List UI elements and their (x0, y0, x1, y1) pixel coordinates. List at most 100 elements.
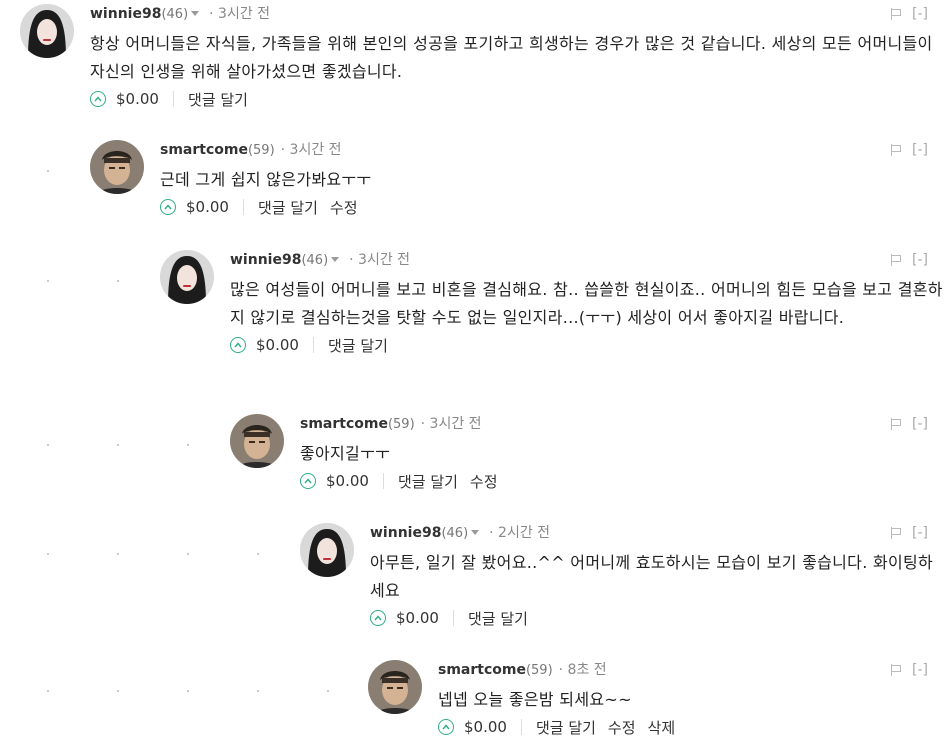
upvote-icon[interactable] (160, 199, 176, 215)
username[interactable]: winnie98 (370, 525, 441, 541)
timestamp: · 8초 전 (558, 662, 607, 678)
divider (382, 473, 384, 489)
report-button[interactable]: [-] (912, 523, 928, 543)
payout-value: $0.00 (396, 609, 439, 627)
flag-icon[interactable] (891, 254, 902, 266)
comment-meta: smartcome(59) · 3시간 전 [-] (300, 414, 948, 434)
divider (172, 91, 174, 107)
comment-meta: winnie98(46) · 3시간 전 [-] (230, 250, 948, 270)
report-button[interactable]: [-] (912, 660, 928, 680)
reputation: (46) (301, 253, 329, 268)
upvote-icon[interactable] (370, 610, 386, 626)
report-button[interactable]: [-] (912, 414, 928, 434)
thread-guide-dot (47, 280, 49, 282)
delete-button[interactable]: 삭제 (648, 717, 676, 738)
report-button[interactable]: [-] (912, 250, 928, 270)
upvote-icon[interactable] (230, 337, 246, 353)
upvote-icon[interactable] (300, 473, 316, 489)
reply-button[interactable]: 댓글 달기 (258, 197, 318, 218)
reply-button[interactable]: 댓글 달기 (398, 471, 458, 492)
avatar[interactable] (368, 660, 422, 714)
timestamp: · 3시간 전 (349, 252, 411, 268)
comment-text: 근데 그게 쉽지 않은가봐요ㅜㅜ (160, 170, 372, 189)
reply-button[interactable]: 댓글 달기 (188, 89, 248, 110)
divider (520, 719, 522, 735)
chevron-down-icon[interactable] (191, 10, 200, 16)
timestamp: · 3시간 전 (209, 6, 271, 22)
edit-button[interactable]: 수정 (330, 197, 358, 218)
reply-button[interactable]: 댓글 달기 (536, 717, 596, 738)
upvote-icon[interactable] (90, 91, 106, 107)
thread-guide-dot (47, 444, 49, 446)
thread-guide-dot (257, 690, 259, 692)
upvote-icon[interactable] (438, 719, 454, 735)
divider (242, 199, 244, 215)
username[interactable]: smartcome (160, 142, 248, 158)
comment-meta: winnie98(46) · 2시간 전 [-] (370, 523, 948, 543)
username[interactable]: smartcome (438, 662, 526, 678)
comment-actions: $0.00 댓글 달기 수정 삭제 (438, 716, 948, 738)
thread-guide-dot (187, 553, 189, 555)
thread-guide-dot (47, 553, 49, 555)
timestamp: · 3시간 전 (420, 416, 482, 432)
avatar[interactable] (90, 140, 144, 194)
thread-guide-dot (47, 170, 49, 172)
payout-value: $0.00 (116, 90, 159, 108)
payout-value: $0.00 (186, 198, 229, 216)
flag-icon[interactable] (891, 144, 902, 156)
reply-button[interactable]: 댓글 달기 (468, 608, 528, 629)
thread-guide-dot (117, 553, 119, 555)
reputation: (59) (387, 417, 415, 432)
flag-icon[interactable] (891, 527, 902, 539)
comment-text: 넵넵 오늘 좋은밤 되세요~~ (438, 690, 632, 709)
edit-button[interactable]: 수정 (608, 717, 636, 738)
payout-value: $0.00 (464, 718, 507, 736)
comment-actions: $0.00 댓글 달기 (370, 607, 948, 629)
thread-guide-dot (117, 280, 119, 282)
flag-icon[interactable] (891, 8, 902, 20)
reputation: (59) (247, 143, 275, 158)
reputation: (46) (441, 526, 469, 541)
divider (312, 337, 314, 353)
flag-icon[interactable] (891, 418, 902, 430)
report-button[interactable]: [-] (912, 4, 928, 24)
edit-button[interactable]: 수정 (470, 471, 498, 492)
thread-guide-dot (257, 553, 259, 555)
reply-button[interactable]: 댓글 달기 (328, 335, 388, 356)
thread-guide-dot (187, 444, 189, 446)
reputation: (46) (161, 7, 189, 22)
comment-meta: smartcome(59) · 8초 전 [-] (438, 660, 948, 680)
username[interactable]: winnie98 (90, 6, 161, 22)
comment-actions: $0.00 댓글 달기 수정 (160, 196, 948, 218)
thread-guide-dot (117, 444, 119, 446)
timestamp: · 3시간 전 (280, 142, 342, 158)
avatar[interactable] (20, 4, 74, 58)
chevron-down-icon[interactable] (331, 256, 340, 262)
comment-meta: smartcome(59) · 3시간 전 [-] (160, 140, 948, 160)
payout-value: $0.00 (326, 472, 369, 490)
comment-text: 항상 어머니들은 자식들, 가족들을 위해 본인의 성공을 포기하고 희생하는 … (90, 34, 933, 81)
thread-guide-dot (187, 690, 189, 692)
reputation: (59) (525, 663, 553, 678)
flag-icon[interactable] (891, 664, 902, 676)
payout-value: $0.00 (256, 336, 299, 354)
thread-guide-dot (327, 690, 329, 692)
comment-actions: $0.00 댓글 달기 (230, 334, 948, 356)
comment-text: 아무튼, 일기 잘 봤어요..^^ 어머니께 효도하시는 모습이 보기 좋습니다… (370, 553, 934, 600)
divider (452, 610, 454, 626)
timestamp: · 2시간 전 (489, 525, 551, 541)
thread-guide-dot (117, 690, 119, 692)
comment-text: 좋아지길ㅜㅜ (300, 444, 391, 463)
username[interactable]: winnie98 (230, 252, 301, 268)
username[interactable]: smartcome (300, 416, 388, 432)
comment-text: 많은 여성들이 어머니를 보고 비혼을 결심해요. 참.. 씁쓸한 현실이죠..… (230, 280, 943, 327)
avatar[interactable] (230, 414, 284, 468)
report-button[interactable]: [-] (912, 140, 928, 160)
avatar[interactable] (160, 250, 214, 304)
comment-actions: $0.00 댓글 달기 (90, 88, 948, 110)
thread-guide-dot (47, 690, 49, 692)
chevron-down-icon[interactable] (471, 529, 480, 535)
comment-meta: winnie98(46) · 3시간 전 [-] (90, 4, 948, 24)
avatar[interactable] (300, 523, 354, 577)
comment-actions: $0.00 댓글 달기 수정 (300, 470, 948, 492)
